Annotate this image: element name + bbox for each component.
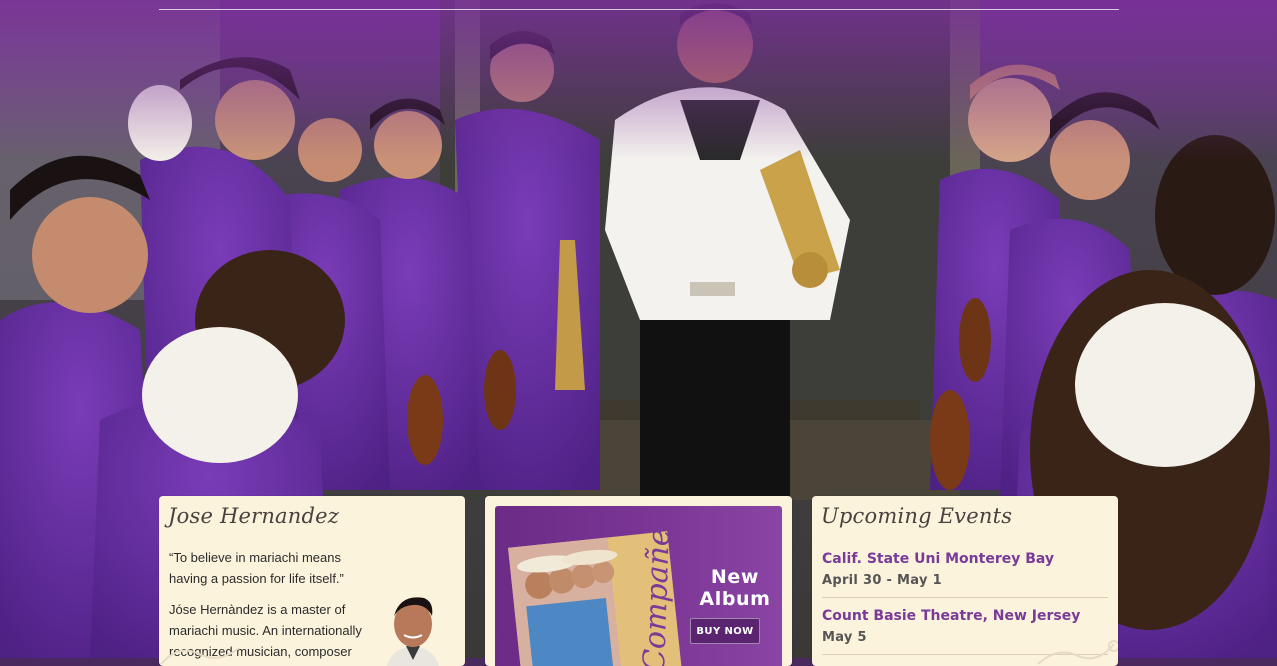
buy-now-button[interactable]: BUY NOW xyxy=(690,618,760,644)
event-name[interactable]: Calif. State Uni Monterey Bay xyxy=(822,550,1108,568)
events-card: Upcoming Events Calif. State Uni Montere… xyxy=(812,496,1118,666)
decorative-swirl xyxy=(160,647,240,665)
event-item[interactable]: Calif. State Uni Monterey Bay April 30 -… xyxy=(822,550,1108,590)
decorative-swirl xyxy=(1037,640,1118,665)
bio-title: Jose Hernandez xyxy=(168,504,340,528)
bio-quote: “To believe in mariachi means having a p… xyxy=(169,550,344,586)
events-title: Upcoming Events xyxy=(821,504,1013,528)
top-divider xyxy=(159,9,1119,10)
event-name[interactable]: Count Basie Theatre, New Jersey xyxy=(822,607,1108,625)
album-cover-title: Compañeras xyxy=(637,530,679,666)
bio-card: Jose Hernandez “To believe in mariachi m… xyxy=(159,496,465,666)
album-promo-panel[interactable]: Compañeras New Album BUY NOW xyxy=(495,506,782,666)
new-album-label: New Album xyxy=(699,566,771,610)
jose-hernandez-portrait xyxy=(380,590,446,666)
event-date: April 30 - May 1 xyxy=(822,573,942,588)
album-card: Compañeras New Album BUY NOW xyxy=(485,496,792,666)
album-cover[interactable]: Compañeras xyxy=(507,530,682,666)
event-divider xyxy=(822,597,1108,598)
